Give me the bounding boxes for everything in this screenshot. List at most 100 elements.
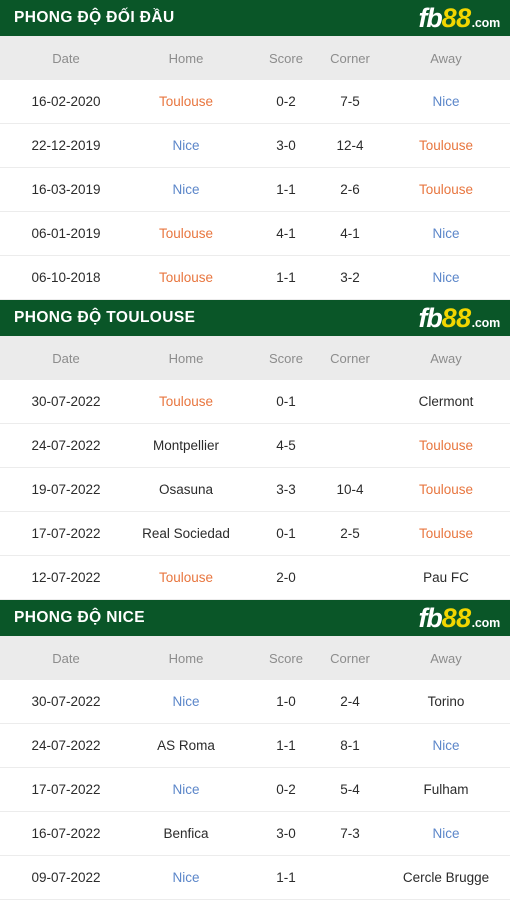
home-team-cell: Toulouse — [118, 380, 254, 424]
home-team-cell: Nice — [118, 168, 254, 212]
match-date: 17-07-2022 — [31, 526, 101, 541]
table-row: 12-07-2022 Toulouse 2-0 Pau FC — [0, 556, 510, 600]
match-date: 22-12-2019 — [31, 138, 101, 153]
home-team-cell: Real Sociedad — [118, 512, 254, 556]
table-row: 06-01-2019 Toulouse 4-1 4-1 Nice — [0, 212, 510, 256]
logo-com-text: .com — [471, 15, 501, 30]
column-header-score: Score — [269, 650, 303, 666]
away-team-cell: Toulouse — [382, 468, 510, 512]
corner-count: 8-1 — [340, 738, 360, 753]
row-spacer — [0, 680, 14, 724]
away-team-name[interactable]: Toulouse — [419, 482, 473, 497]
away-team-name[interactable]: Nice — [432, 826, 459, 841]
home-team-name: Real Sociedad — [142, 526, 230, 541]
away-team-name[interactable]: Nice — [432, 270, 459, 285]
away-team-cell: Nice — [382, 256, 510, 300]
home-team-cell: AS Roma — [118, 724, 254, 768]
row-spacer — [0, 212, 14, 256]
home-team-name[interactable]: Nice — [172, 182, 199, 197]
home-team-cell: Nice — [118, 680, 254, 724]
table-row: 30-07-2022 Toulouse 0-1 Clermont — [0, 380, 510, 424]
home-team-cell: Toulouse — [118, 212, 254, 256]
away-team-name[interactable]: Toulouse — [419, 438, 473, 453]
column-header-date: Date — [52, 650, 80, 666]
column-header-corner: Corner — [330, 650, 370, 666]
row-spacer — [0, 856, 14, 900]
match-date: 17-07-2022 — [31, 782, 101, 797]
stats-section: PHONG ĐỘ NICE fb 88 .com Date Home Score Corner… — [0, 600, 510, 900]
logo-com-text: .com — [471, 615, 501, 630]
corner-count: 2-5 — [340, 526, 360, 541]
home-team-name: Osasuna — [158, 482, 214, 497]
away-team-cell: Toulouse — [382, 512, 510, 556]
table-header-row: Date Home Score Corner Away — [0, 636, 510, 680]
home-team-cell: Nice — [118, 124, 254, 168]
logo-88-text: 88 — [441, 2, 472, 33]
home-team-name[interactable]: Nice — [172, 138, 199, 153]
table-header-spacer — [0, 636, 14, 680]
away-team-cell: Toulouse — [382, 168, 510, 212]
logo-88-text: 88 — [441, 302, 472, 333]
table-header-row: Date Home Score Corner Away — [0, 336, 510, 380]
column-header-home: Home — [168, 50, 204, 66]
away-team-name[interactable]: Nice — [432, 226, 459, 241]
fb88-logo: fb 88 .com — [418, 302, 502, 333]
away-team-name[interactable]: Toulouse — [419, 138, 473, 153]
home-team-cell: Nice — [118, 856, 254, 900]
table-header-spacer — [0, 336, 14, 380]
corner-count: 12-4 — [336, 138, 364, 153]
column-header-score: Score — [269, 350, 303, 366]
fb88-logo: fb 88 .com — [418, 2, 502, 33]
match-score: 3-0 — [276, 826, 296, 841]
home-team-name: Montpellier — [152, 438, 220, 453]
match-date: 19-07-2022 — [31, 482, 101, 497]
away-team-name[interactable]: Nice — [432, 738, 459, 753]
home-team-name[interactable]: Toulouse — [159, 270, 213, 285]
corner-count: 5-4 — [340, 782, 360, 797]
match-date: 06-10-2018 — [31, 270, 101, 285]
away-team-name[interactable]: Nice — [432, 94, 459, 109]
row-spacer — [0, 556, 14, 600]
home-team-name[interactable]: Toulouse — [159, 394, 213, 409]
match-score: 4-5 — [276, 438, 296, 453]
logo-fb-text: fb — [418, 2, 442, 33]
table-row: 24-07-2022 AS Roma 1-1 8-1 Nice — [0, 724, 510, 768]
row-spacer — [0, 168, 14, 212]
match-score: 0-1 — [276, 526, 296, 541]
row-spacer — [0, 380, 14, 424]
away-team-cell: Clermont — [382, 380, 510, 424]
column-header-corner: Corner — [330, 50, 370, 66]
match-score: 0-2 — [276, 782, 296, 797]
away-team-cell: Pau FC — [382, 556, 510, 600]
corner-count: 4-1 — [340, 226, 360, 241]
column-header-away: Away — [430, 650, 462, 666]
home-team-name[interactable]: Nice — [172, 782, 199, 797]
column-header-date: Date — [52, 50, 80, 66]
match-score: 4-1 — [276, 226, 296, 241]
match-score: 1-1 — [276, 270, 296, 285]
stats-section: PHONG ĐỘ ĐỐI ĐẦU fb 88 .com Date Home Score Cor… — [0, 0, 510, 300]
table-header-row: Date Home Score Corner Away — [0, 36, 510, 80]
column-header-home: Home — [168, 350, 204, 366]
home-team-cell: Nice — [118, 768, 254, 812]
column-header-away: Away — [430, 350, 462, 366]
away-team-name[interactable]: Toulouse — [419, 182, 473, 197]
table-row: 16-07-2022 Benfica 3-0 7-3 Nice — [0, 812, 510, 856]
away-team-name[interactable]: Toulouse — [419, 526, 473, 541]
home-team-name: Benfica — [163, 826, 209, 841]
match-date: 30-07-2022 — [31, 394, 101, 409]
home-team-name[interactable]: Toulouse — [159, 226, 213, 241]
column-header-corner: Corner — [330, 350, 370, 366]
logo-com-text: .com — [471, 315, 501, 330]
fb88-logo: fb 88 .com — [418, 604, 502, 632]
section-header: PHONG ĐỘ TOULOUSE fb 88 .com — [0, 300, 510, 336]
home-team-name[interactable]: Toulouse — [159, 570, 213, 585]
home-team-name[interactable]: Nice — [172, 870, 199, 885]
corner-count: 7-3 — [340, 826, 360, 841]
home-team-cell: Montpellier — [118, 424, 254, 468]
corner-count: 3-2 — [340, 270, 360, 285]
home-team-name[interactable]: Nice — [172, 694, 199, 709]
corner-count: 2-6 — [340, 182, 360, 197]
home-team-name[interactable]: Toulouse — [159, 94, 213, 109]
match-score: 2-0 — [276, 570, 296, 585]
